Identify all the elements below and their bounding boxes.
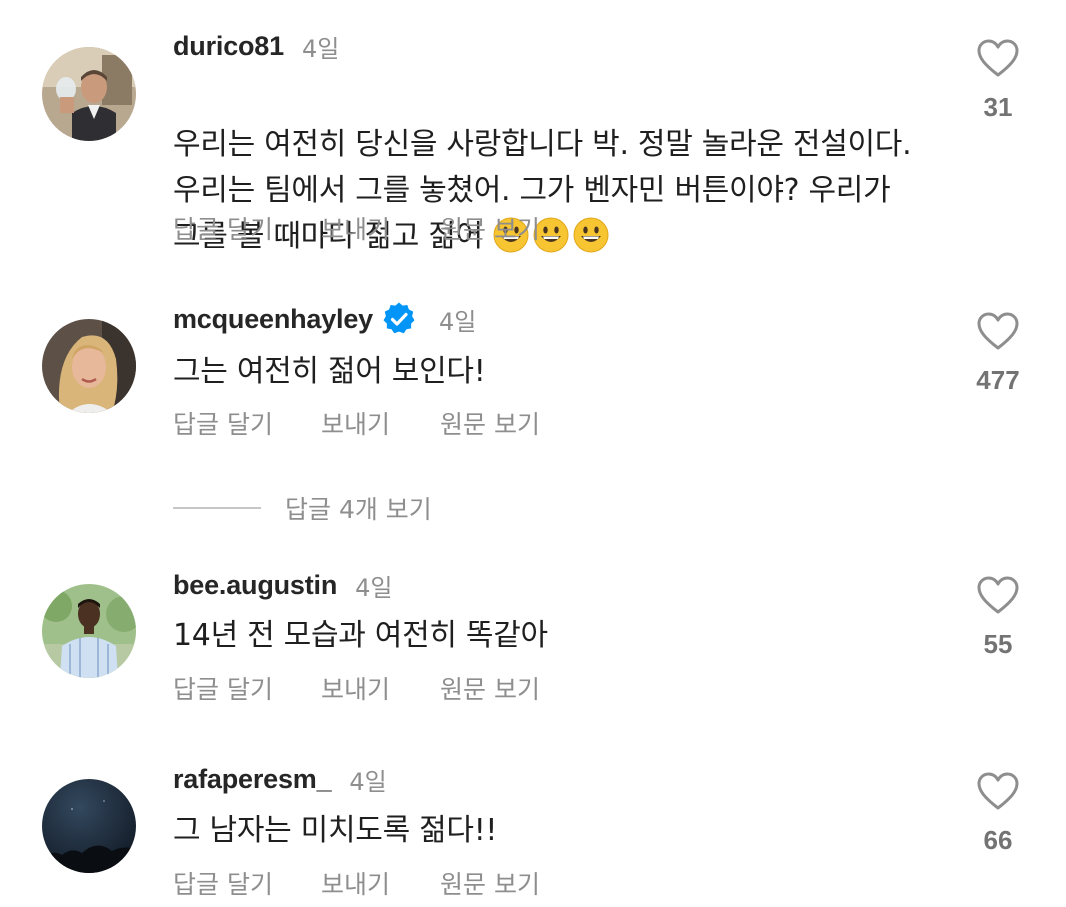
heart-outline-icon[interactable]	[976, 38, 1020, 78]
like-count: 66	[983, 825, 1013, 855]
verified-badge-icon	[381, 301, 417, 337]
comment-timestamp: 4일	[439, 307, 477, 336]
like-control: 55	[974, 575, 1022, 660]
like-control: 66	[974, 771, 1022, 856]
reply-button[interactable]: 답글 달기	[173, 210, 321, 246]
send-button[interactable]: 보내기	[321, 405, 440, 441]
send-button[interactable]: 보내기	[321, 670, 440, 706]
see-original-button[interactable]: 원문 보기	[440, 405, 540, 441]
like-control: 31	[974, 38, 1022, 123]
comment-timestamp: 4일	[349, 767, 387, 796]
avatar[interactable]	[42, 47, 136, 141]
send-button[interactable]: 보내기	[321, 865, 440, 901]
avatar[interactable]	[42, 779, 136, 873]
send-button[interactable]: 보내기	[321, 210, 440, 246]
username[interactable]: bee.augustin	[173, 570, 337, 601]
reply-button[interactable]: 답글 달기	[173, 670, 321, 706]
heart-outline-icon[interactable]	[976, 311, 1020, 351]
see-original-button[interactable]: 원문 보기	[440, 210, 540, 246]
see-original-button[interactable]: 원문 보기	[440, 670, 540, 706]
see-original-button[interactable]: 원문 보기	[440, 865, 540, 901]
like-count: 31	[983, 92, 1013, 122]
reply-button[interactable]: 답글 달기	[173, 405, 321, 441]
avatar[interactable]	[42, 319, 136, 413]
comment-timestamp: 4일	[355, 573, 393, 602]
like-control: 477	[974, 311, 1022, 396]
username[interactable]: mcqueenhayley	[173, 304, 373, 335]
heart-outline-icon[interactable]	[976, 575, 1020, 615]
avatar[interactable]	[42, 584, 136, 678]
reply-button[interactable]: 답글 달기	[173, 865, 321, 901]
comment-text: 그는 여전히 젊어 보인다!	[173, 354, 486, 389]
username[interactable]: rafaperesm_	[173, 764, 332, 795]
view-replies-button[interactable]: 답글 4개 보기	[173, 490, 432, 526]
comment-timestamp: 4일	[301, 34, 340, 63]
grinning-face-emoji	[573, 217, 609, 253]
like-count: 477	[976, 365, 1020, 395]
like-count: 55	[983, 629, 1013, 659]
comment-text: 14년 전 모습과 여전히 똑같아	[173, 618, 548, 653]
heart-outline-icon[interactable]	[976, 771, 1020, 811]
view-replies-label: 답글 4개 보기	[285, 495, 432, 524]
divider	[173, 507, 261, 509]
comment-text: 그 남자는 미치도록 젊다!!	[173, 813, 498, 848]
username[interactable]: durico81	[173, 31, 284, 62]
